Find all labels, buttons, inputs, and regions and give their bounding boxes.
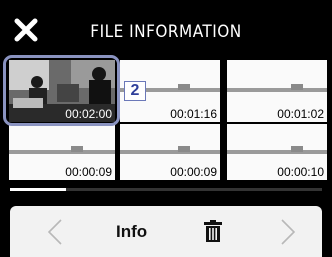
- file-duration: 00:01:02: [277, 107, 324, 121]
- thumbnail-3[interactable]: 00:01:02: [227, 60, 327, 122]
- header-bar: FILE INFORMATION: [0, 0, 332, 52]
- scrollbar[interactable]: [10, 188, 322, 191]
- thumbnail-4[interactable]: 00:00:09: [9, 124, 115, 180]
- chevron-left-icon[interactable]: [45, 218, 65, 246]
- page-title: FILE INFORMATION: [90, 22, 242, 42]
- file-duration: 00:00:09: [170, 165, 217, 179]
- trash-icon[interactable]: [203, 220, 223, 242]
- file-duration: 00:01:16: [170, 107, 217, 121]
- file-duration: 00:00:09: [65, 165, 112, 179]
- scrollbar-thumb[interactable]: [10, 188, 67, 191]
- chevron-right-icon[interactable]: [278, 218, 298, 246]
- file-duration: 00:00:10: [277, 165, 324, 179]
- selection-badge: 2: [124, 81, 146, 101]
- selection-frame: [3, 55, 120, 126]
- info-button[interactable]: Info: [116, 222, 147, 242]
- thumbnail-6[interactable]: 00:00:10: [227, 124, 327, 180]
- bottom-toolbar: Info: [10, 206, 322, 257]
- thumbnail-5[interactable]: 00:00:09: [120, 124, 220, 180]
